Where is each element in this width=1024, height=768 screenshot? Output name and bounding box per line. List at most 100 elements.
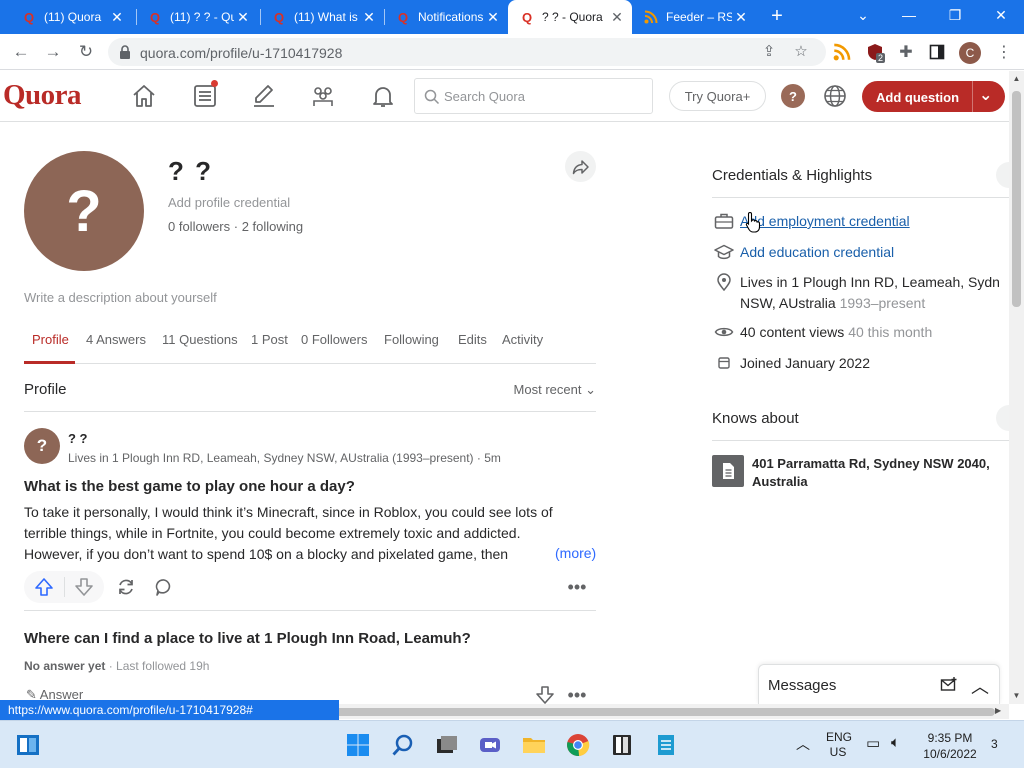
tab-edits[interactable]: Edits	[458, 332, 487, 347]
reader-app-icon[interactable]	[610, 733, 634, 757]
add-profile-credential-link[interactable]: Add profile credential	[168, 195, 290, 210]
downvote-question-icon[interactable]	[534, 684, 556, 706]
more-options-icon[interactable]: •••	[566, 576, 588, 598]
taskview-desktops-icon[interactable]	[435, 733, 459, 757]
tab-activity[interactable]: Activity	[502, 332, 543, 347]
taskbar-search-icon[interactable]	[391, 733, 415, 757]
messages-widget[interactable]: Messages ︿	[758, 664, 1000, 704]
tab-close-icon[interactable]: ✕	[234, 9, 252, 26]
tab-profile[interactable]: Profile	[32, 332, 69, 347]
notepad-icon[interactable]	[654, 733, 678, 757]
browser-tab-6[interactable]: Feeder – RSS ✕	[632, 0, 756, 34]
answer-pencil-icon[interactable]	[251, 83, 277, 109]
tab-close-icon[interactable]: ✕	[484, 9, 502, 26]
volume-icon[interactable]: 🔈︎	[891, 734, 900, 751]
search-input[interactable]: Search Quora	[414, 78, 653, 114]
browser-tab-active[interactable]: Q ? ? - Quora ✕	[508, 0, 632, 34]
eye-icon	[714, 323, 734, 341]
question-title[interactable]: Where can I find a place to live at 1 Pl…	[24, 630, 471, 647]
language-globe-icon[interactable]	[822, 83, 848, 109]
tab-followers[interactable]: 0 Followers	[301, 332, 367, 347]
add-question-button[interactable]: Add question ⌄	[862, 81, 1005, 112]
minimize-window-icon[interactable]: —	[886, 0, 932, 30]
profile-avatar[interactable]: ?	[24, 151, 144, 271]
education-link[interactable]: Add education credential	[740, 242, 894, 263]
read-more-link[interactable]: (more)	[552, 545, 597, 561]
knows-about-topic[interactable]: 401 Parramatta Rd, Sydney NSW 2040, Aust…	[752, 455, 1002, 491]
sort-dropdown[interactable]: Most recent ⌄	[514, 382, 596, 398]
restore-window-icon[interactable]: ❐	[932, 0, 978, 30]
downvote-arrow-icon[interactable]	[73, 576, 95, 598]
spaces-people-icon[interactable]	[310, 83, 336, 109]
share-page-icon[interactable]: ⇪	[760, 43, 778, 61]
quora-favicon-icon: Q	[149, 9, 161, 25]
bookmark-star-icon[interactable]: ☆	[792, 43, 810, 61]
browser-tab-4[interactable]: Q Notifications ✕	[384, 0, 508, 34]
tab-search-chevron-icon[interactable]: ⌄	[840, 0, 886, 30]
more-options-icon[interactable]: •••	[566, 684, 588, 706]
forward-arrow-icon[interactable]: →	[42, 41, 64, 63]
followers-count[interactable]: 0 followers · 2 following	[168, 219, 303, 234]
topic-document-icon[interactable]	[712, 455, 744, 487]
address-bar[interactable]: quora.com/profile/u-1710417928 ⇪ ☆	[108, 38, 826, 66]
browser-tab-3[interactable]: Q (11) What is ✕	[260, 0, 384, 34]
input-language[interactable]: ENG US	[826, 730, 852, 760]
shield-extension-icon[interactable]: 2	[865, 42, 886, 63]
knows-about-title: Knows about	[712, 410, 799, 427]
compose-message-icon[interactable]	[940, 676, 958, 694]
new-tab-plus-icon[interactable]: +	[766, 6, 788, 28]
home-icon[interactable]	[131, 83, 157, 109]
tab-close-icon[interactable]: ✕	[732, 9, 750, 26]
comment-bubble-icon[interactable]	[153, 576, 175, 598]
tab-answers[interactable]: 4 Answers	[86, 332, 146, 347]
browser-menu-kebab-icon[interactable]: ⋮	[994, 42, 1014, 62]
network-icon[interactable]: ▭	[866, 734, 880, 752]
scrollbar-thumb[interactable]	[1012, 91, 1021, 307]
help-avatar[interactable]: ?	[781, 84, 805, 108]
file-explorer-icon[interactable]	[522, 733, 546, 757]
extensions-puzzle-icon[interactable]: ✚	[896, 42, 916, 62]
browser-tab-1[interactable]: Q (11) Quora ✕	[10, 0, 132, 34]
collapse-chevron-up-icon[interactable]: ︿	[971, 673, 989, 699]
scroll-down-arrow-icon[interactable]: ▼	[1012, 691, 1021, 700]
author-avatar[interactable]: ?	[24, 428, 60, 464]
browser-tab-2[interactable]: Q (11) ? ? - Quora ✕	[136, 0, 258, 34]
briefcase-icon	[714, 212, 734, 230]
chevron-down-icon[interactable]: ⌄	[979, 85, 992, 105]
tab-close-icon[interactable]: ✕	[108, 9, 126, 26]
scroll-right-arrow-icon[interactable]: ▶	[995, 706, 1001, 715]
upvote-arrow-icon[interactable]	[33, 576, 55, 598]
teams-chat-icon[interactable]	[478, 733, 502, 757]
system-clock[interactable]: 9:35 PM 10/6/2022	[918, 730, 982, 762]
tray-overflow-chevron-icon[interactable]: ︿	[796, 734, 810, 754]
back-arrow-icon[interactable]: ←	[10, 41, 32, 63]
notifications-bell-icon[interactable]	[370, 83, 396, 109]
reload-icon[interactable]: ↻	[75, 41, 97, 63]
share-repost-icon[interactable]	[115, 576, 137, 598]
notification-count[interactable]: 3	[991, 737, 998, 751]
task-view-icon[interactable]	[16, 733, 40, 757]
windows-start-icon[interactable]	[346, 733, 370, 757]
share-arrow-icon	[572, 159, 589, 174]
tab-questions[interactable]: 11 Questions	[162, 332, 238, 347]
try-quora-plus-button[interactable]: Try Quora+	[669, 81, 766, 111]
rss-extension-icon[interactable]	[832, 42, 852, 62]
side-panel-icon[interactable]	[927, 42, 947, 62]
tab-following[interactable]: Following	[384, 332, 439, 347]
quora-logo[interactable]: Quora	[3, 79, 82, 112]
author-name[interactable]: ? ?	[68, 431, 88, 446]
answer-body[interactable]: To take it personally, I would think it’…	[24, 502, 596, 565]
tab-close-icon[interactable]: ✕	[608, 9, 626, 26]
browser-profile-avatar[interactable]: C	[959, 42, 981, 64]
chrome-icon[interactable]	[566, 733, 590, 757]
scroll-up-arrow-icon[interactable]: ▲	[1012, 74, 1021, 83]
vertical-scrollbar[interactable]: ▲ ▼	[1009, 71, 1024, 704]
close-window-icon[interactable]: ✕	[978, 0, 1024, 30]
answer-question-title[interactable]: What is the best game to play one hour a…	[24, 478, 355, 495]
share-profile-button[interactable]	[565, 151, 596, 182]
tab-posts[interactable]: 1 Post	[251, 332, 288, 347]
profile-description-placeholder[interactable]: Write a description about yourself	[24, 290, 217, 305]
quora-header: Quora Search Quora Try Quora+ ? Add ques…	[0, 71, 1009, 122]
tab-close-icon[interactable]: ✕	[360, 9, 378, 26]
employment-link[interactable]: Add employment credential	[740, 211, 910, 232]
